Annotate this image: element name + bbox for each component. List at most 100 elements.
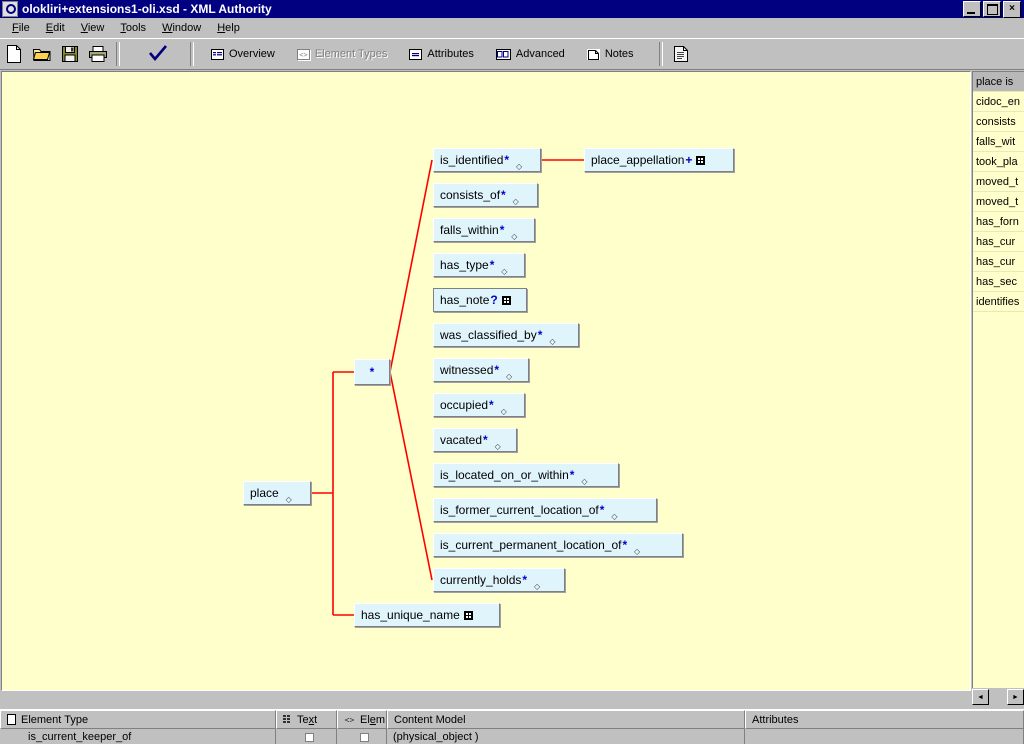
menu-file[interactable]: File bbox=[4, 20, 38, 36]
menu-view[interactable]: View bbox=[73, 20, 113, 36]
tab-notes[interactable]: Notes bbox=[580, 43, 641, 65]
node-label: has_type bbox=[440, 258, 489, 272]
toolbar: Overview <> Element Types Attributes Adv… bbox=[0, 38, 1024, 70]
node-is-current-permanent-location-of[interactable]: is_current_permanent_location_of * bbox=[433, 533, 683, 557]
menu-edit[interactable]: Edit bbox=[38, 20, 73, 36]
node-label: is_located_on_or_within bbox=[440, 468, 569, 482]
cell-element-type[interactable]: is_current_keeper_of bbox=[0, 729, 276, 744]
grid-header-label: Text bbox=[297, 713, 318, 726]
tab-overview-label: Overview bbox=[229, 48, 275, 60]
node-has-unique-name[interactable]: has_unique_name bbox=[354, 603, 500, 627]
node-is-former-current-location-of[interactable]: is_former_current_location_of * bbox=[433, 498, 657, 522]
list-item[interactable]: has_cur bbox=[973, 252, 1024, 272]
horizontal-scrollbar[interactable]: ◄ ► bbox=[972, 688, 1024, 706]
node-label: has_note bbox=[440, 293, 490, 307]
page-icon bbox=[586, 48, 600, 60]
node-label: occupied bbox=[440, 398, 489, 412]
node-place[interactable]: place bbox=[243, 481, 311, 505]
grid-header-content-model[interactable]: Content Model bbox=[387, 710, 745, 729]
scroll-right-button[interactable]: ► bbox=[1007, 689, 1024, 705]
list-item[interactable]: took_pla bbox=[973, 152, 1024, 172]
scroll-track[interactable] bbox=[989, 689, 1007, 705]
menu-window[interactable]: Window bbox=[154, 20, 209, 36]
node-label: place_appellation bbox=[591, 153, 685, 167]
menu-help[interactable]: Help bbox=[209, 20, 248, 36]
node-consists-of[interactable]: consists_of * bbox=[433, 183, 538, 207]
tab-advanced[interactable]: Advanced bbox=[489, 43, 572, 65]
cell-attributes[interactable] bbox=[745, 729, 1024, 744]
element-list-panel[interactable]: place is cidoc_en consists falls_wit took_pl… bbox=[972, 71, 1024, 691]
list-item[interactable]: identifies bbox=[973, 292, 1024, 312]
checkbox[interactable] bbox=[304, 732, 314, 742]
window-title: olokliri+extensions1-oli.xsd - XML Autho… bbox=[22, 2, 272, 16]
node-cardinality: * bbox=[622, 538, 628, 552]
grid-header-element-type[interactable]: Element Type bbox=[0, 710, 276, 729]
table-row[interactable]: is_current_keeper_of (physical_object ) bbox=[0, 729, 1024, 744]
list-item[interactable]: place is bbox=[973, 72, 1024, 92]
grid-header-attributes[interactable]: Attributes bbox=[745, 710, 1024, 729]
list-item[interactable]: moved_t bbox=[973, 172, 1024, 192]
tab-attributes[interactable]: Attributes bbox=[402, 43, 480, 65]
node-was-classified-by[interactable]: was_classified_by * bbox=[433, 323, 579, 347]
node-occupied[interactable]: occupied * bbox=[433, 393, 525, 417]
checkbox[interactable] bbox=[360, 732, 369, 742]
list-item[interactable]: cidoc_en bbox=[973, 92, 1024, 112]
node-label: is_current_permanent_location_of bbox=[440, 538, 622, 552]
element-icon bbox=[578, 477, 589, 486]
grid-header-elem[interactable]: <> Elem. bbox=[337, 710, 387, 729]
schema-tree: place is_identified* consists_of* falls_wit… bbox=[2, 72, 970, 690]
node-is-located-on-or-within[interactable]: is_located_on_or_within * bbox=[433, 463, 619, 487]
new-icon[interactable] bbox=[0, 40, 28, 68]
close-button[interactable]: × bbox=[1003, 0, 1021, 18]
minimize-button[interactable] bbox=[963, 0, 981, 17]
document-icon bbox=[7, 714, 16, 725]
node-has-type[interactable]: has_type * bbox=[433, 253, 525, 277]
node-has-note[interactable]: has_note? bbox=[433, 288, 527, 312]
tab-notes-label: Notes bbox=[604, 48, 634, 60]
grid-header-text[interactable]: Text bbox=[276, 710, 337, 729]
node-label: witnessed bbox=[440, 363, 494, 377]
node-witnessed[interactable]: witnessed * bbox=[433, 358, 529, 382]
grid-header-label: Content Model bbox=[394, 713, 466, 726]
cell-text[interactable] bbox=[276, 729, 337, 744]
tab-overview[interactable]: Overview bbox=[204, 43, 282, 65]
menu-tools[interactable]: Tools bbox=[112, 20, 154, 36]
text-icon bbox=[463, 610, 473, 620]
node-vacated[interactable]: vacated * bbox=[433, 428, 517, 452]
diagram-canvas[interactable]: place is_identified* consists_of* falls_wit… bbox=[1, 71, 971, 691]
text-icon bbox=[696, 155, 706, 165]
element-icon bbox=[510, 197, 521, 206]
list-item[interactable]: falls_wit bbox=[973, 132, 1024, 152]
list-item[interactable]: consists bbox=[973, 112, 1024, 132]
node-falls-within[interactable]: falls_within * bbox=[433, 218, 535, 242]
list-item[interactable]: has_cur bbox=[973, 232, 1024, 252]
node-cardinality: * bbox=[494, 363, 500, 377]
open-icon[interactable] bbox=[28, 40, 56, 68]
print-icon[interactable] bbox=[84, 40, 112, 68]
node-cardinality: * bbox=[569, 468, 575, 482]
node-cardinality: + bbox=[685, 153, 693, 167]
element-icon bbox=[492, 442, 503, 451]
tab-element-types[interactable]: <> Element Types bbox=[290, 43, 395, 65]
cell-content-model[interactable]: (physical_object ) bbox=[387, 729, 745, 744]
list-item[interactable]: has_forn bbox=[973, 212, 1024, 232]
maximize-button[interactable] bbox=[983, 0, 1001, 17]
node-cardinality: * bbox=[489, 258, 495, 272]
node-is-identified[interactable]: is_identified * bbox=[433, 148, 541, 172]
list-item[interactable]: moved_t bbox=[973, 192, 1024, 212]
node-label: vacated bbox=[440, 433, 483, 447]
check-icon[interactable] bbox=[144, 40, 172, 68]
grid-header-label: Elem. bbox=[360, 713, 387, 726]
cell-elem[interactable] bbox=[337, 729, 387, 744]
save-icon[interactable] bbox=[56, 40, 84, 68]
list-item[interactable]: has_sec bbox=[973, 272, 1024, 292]
scroll-left-button[interactable]: ◄ bbox=[972, 689, 989, 705]
node-cardinality: * bbox=[501, 188, 506, 202]
node-place-appellation[interactable]: place_appellation + bbox=[584, 148, 734, 172]
node-group-repeat[interactable]: * bbox=[354, 359, 390, 385]
svg-text:<>: <> bbox=[345, 716, 355, 725]
node-currently-holds[interactable]: currently_holds * bbox=[433, 568, 565, 592]
node-cardinality: * bbox=[483, 433, 488, 447]
document-properties-icon[interactable] bbox=[667, 40, 695, 68]
equals-icon bbox=[409, 48, 423, 60]
